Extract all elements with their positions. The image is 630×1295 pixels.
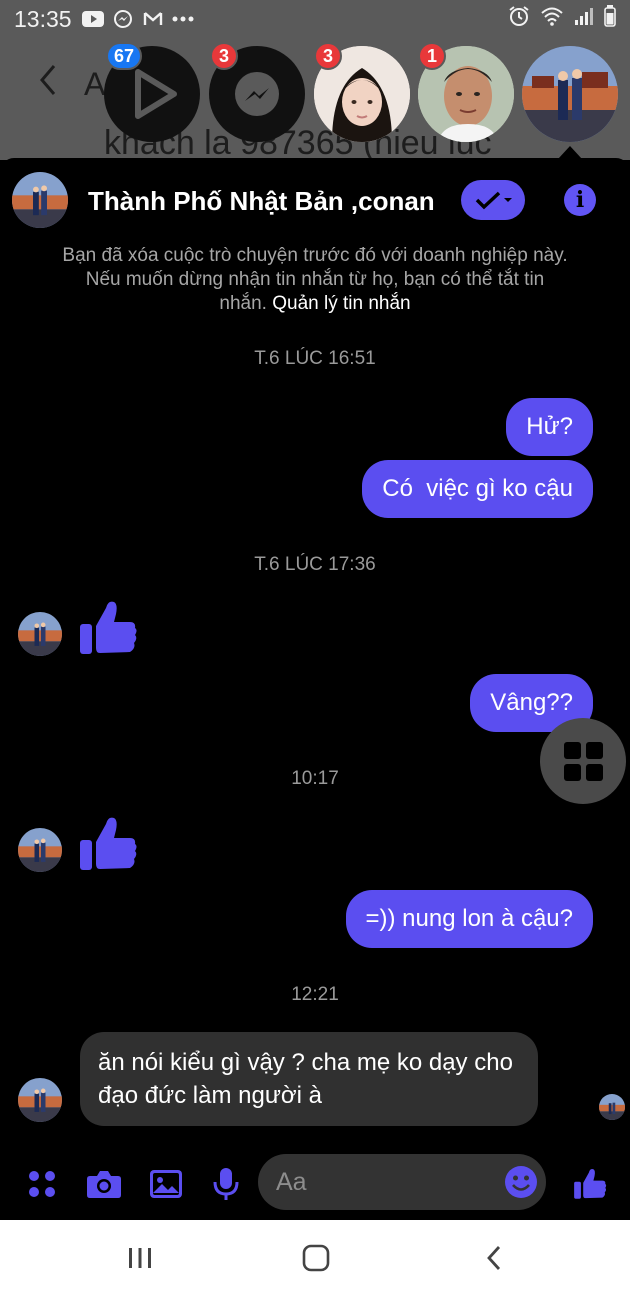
home-icon[interactable]	[296, 1238, 336, 1278]
thumbs-up-icon[interactable]	[78, 598, 138, 658]
alarm-icon	[508, 5, 530, 33]
floating-grid-button[interactable]	[540, 718, 626, 804]
message-input-container	[258, 1154, 546, 1210]
message-input[interactable]	[276, 1164, 496, 1200]
timestamp: T.6 LÚC 16:51	[254, 348, 376, 369]
like-send-icon[interactable]	[572, 1166, 608, 1202]
avatar[interactable]	[18, 612, 62, 656]
chat-head-badge: 3	[210, 42, 238, 70]
deleted-conversation-notice: Bạn đã xóa cuộc trò chuyện trước đó với …	[60, 244, 570, 316]
more-icon	[172, 10, 194, 28]
microphone-icon[interactable]	[208, 1166, 244, 1202]
chat-title[interactable]: Thành Phố Nhật Bản ,conan	[88, 186, 435, 217]
status-time: 13:35	[14, 5, 72, 32]
check-chevron-icon	[475, 191, 512, 210]
avatar[interactable]	[18, 1078, 62, 1122]
composer	[0, 1152, 630, 1220]
wifi-icon	[540, 6, 564, 32]
messenger-icon	[112, 10, 134, 28]
grid-icon	[563, 741, 581, 759]
thumbs-up-icon[interactable]	[78, 814, 138, 874]
seen-indicator-avatar	[599, 1094, 625, 1120]
active-chat-head[interactable]	[522, 46, 618, 142]
timestamp: T.6 LÚC 17:36	[254, 554, 376, 575]
outgoing-message[interactable]: Có việc gì ko cậu	[362, 460, 593, 518]
back-icon[interactable]	[474, 1238, 514, 1278]
avatar	[522, 46, 618, 142]
avatar[interactable]	[12, 172, 68, 228]
outgoing-message[interactable]: =)) nung lon à cậu?	[345, 890, 593, 948]
emoji-icon[interactable]	[504, 1165, 538, 1199]
timestamp: 12:21	[291, 984, 339, 1005]
outgoing-message[interactable]: Hử?	[506, 398, 593, 456]
youtube-icon	[81, 10, 104, 28]
status-bar: 13:35	[0, 0, 630, 38]
apps-icon[interactable]	[24, 1166, 60, 1202]
chat-heads-bar: 67 3 3 1	[0, 42, 630, 146]
chat-header: Thành Phố Nhật Bản ,conan i	[0, 158, 630, 246]
timestamp: 10:17	[291, 768, 339, 789]
recent-apps-icon[interactable]	[120, 1238, 160, 1278]
system-navigation-bar	[0, 1220, 630, 1295]
subscribe-dropdown-button[interactable]	[461, 180, 525, 220]
chat-head-badge: 1	[418, 42, 446, 70]
gallery-icon[interactable]	[148, 1166, 184, 1202]
chat-panel: Thành Phố Nhật Bản ,conan i Bạn đã xóa c…	[0, 158, 630, 1220]
chat-head-badge: 67	[106, 42, 143, 70]
incoming-message[interactable]: ăn nói kiểu gì vậy ? cha mẹ ko dạy cho đ…	[80, 1032, 538, 1126]
chat-head-badge: 3	[314, 42, 342, 70]
manage-messages-link[interactable]: Quản lý tin nhắn	[272, 293, 410, 314]
battery-icon	[604, 5, 616, 33]
gmail-icon	[142, 10, 164, 28]
info-icon[interactable]: i	[564, 184, 596, 216]
avatar[interactable]	[18, 828, 62, 872]
camera-icon[interactable]	[86, 1166, 122, 1202]
signal-icon	[574, 6, 594, 32]
